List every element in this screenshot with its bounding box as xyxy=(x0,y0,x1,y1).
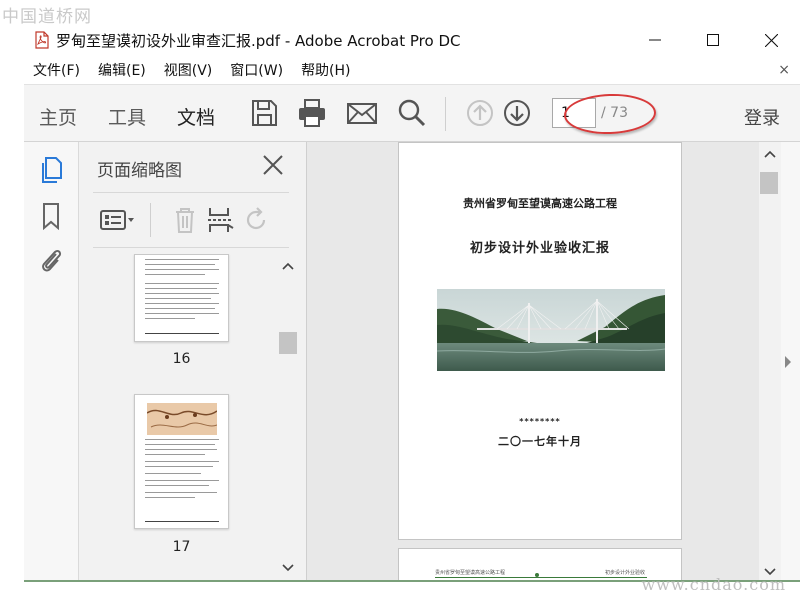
document-date: 二〇一七年十月 xyxy=(498,435,582,448)
tab-tools[interactable]: 工具 xyxy=(108,103,146,130)
page-up-icon[interactable] xyxy=(465,98,497,128)
map-thumbnail xyxy=(147,403,217,435)
close-window-button[interactable] xyxy=(742,26,800,54)
title-bar: 罗甸至望谟初设外业审查汇报.pdf - Adobe Acrobat Pro DC xyxy=(24,26,800,54)
bookmark-icon[interactable] xyxy=(38,202,64,231)
scroll-up-arrow-icon[interactable] xyxy=(282,260,294,273)
save-icon[interactable] xyxy=(248,98,280,128)
thumbnail-label: 16 xyxy=(172,351,191,367)
toolbar-separator xyxy=(445,97,446,131)
page-down-icon[interactable] xyxy=(502,98,534,128)
insert-page-icon[interactable] xyxy=(205,205,235,235)
watermark-url-text: www.cndao.com xyxy=(641,575,786,594)
document-scrollbar[interactable] xyxy=(759,142,781,580)
close-document-button[interactable]: × xyxy=(778,62,790,78)
tab-home[interactable]: 主页 xyxy=(39,103,77,130)
navigation-rail xyxy=(24,142,79,580)
document-project-title: 贵州省罗甸至望谟高速公路工程 xyxy=(463,197,617,210)
options-menu-icon[interactable] xyxy=(99,205,139,235)
pdf-file-icon xyxy=(34,31,50,49)
watermark-logo-text: 中国道桥网 xyxy=(2,7,92,27)
document-redacted-text: ******** xyxy=(519,417,561,426)
email-icon[interactable] xyxy=(346,98,378,128)
panel-toolbar-separator xyxy=(150,203,151,237)
minimize-button[interactable] xyxy=(626,26,684,54)
page-header-right: 初步设计外业验收 xyxy=(604,570,645,576)
document-page-1: 贵州省罗甸至望谟高速公路工程 初步设计外业验收汇报 ******** 二〇一七年… xyxy=(398,142,682,540)
document-view[interactable]: 贵州省罗甸至望谟高速公路工程 初步设计外业验收汇报 ******** 二〇一七年… xyxy=(307,142,759,580)
document-report-title: 初步设计外业验收汇报 xyxy=(469,241,610,256)
menu-help[interactable]: 帮助(H) xyxy=(301,60,350,80)
rotate-icon[interactable] xyxy=(241,205,271,235)
document-page-2: 贵州省罗甸至望谟高速公路工程 初步设计外业验收 xyxy=(398,548,682,580)
maximize-button[interactable] xyxy=(684,26,742,54)
menu-bar: 文件(F) 编辑(E) 视图(V) 窗口(W) 帮助(H) × xyxy=(24,58,800,82)
menu-view[interactable]: 视图(V) xyxy=(164,60,213,80)
menu-file[interactable]: 文件(F) xyxy=(33,60,80,80)
menu-window[interactable]: 窗口(W) xyxy=(230,60,283,80)
page-thumbnails-icon[interactable] xyxy=(38,156,64,184)
thumbnail-label: 17 xyxy=(172,539,191,555)
thumbnail-list: 16 17 xyxy=(79,254,279,580)
menu-edit[interactable]: 编辑(E) xyxy=(98,60,146,80)
main-toolbar: 主页 工具 文档 1 / 73 登录 xyxy=(24,84,800,142)
page-header-left: 贵州省罗甸至望谟高速公路工程 xyxy=(435,570,506,576)
page-thumbnails-panel: 页面缩略图 16 17 xyxy=(79,142,307,580)
thumbnail-page-16[interactable] xyxy=(134,254,229,342)
print-icon[interactable] xyxy=(296,98,328,128)
tab-document[interactable]: 文档 xyxy=(177,103,215,130)
delete-icon[interactable] xyxy=(170,205,200,235)
thumbnail-scrollbar[interactable] xyxy=(279,254,299,580)
scroll-down-arrow-icon[interactable] xyxy=(282,562,294,575)
panel-toolbar xyxy=(93,192,289,248)
close-panel-icon[interactable] xyxy=(262,154,284,176)
search-icon[interactable] xyxy=(396,98,428,128)
scroll-up-arrow-icon[interactable] xyxy=(764,148,776,161)
scrollbar-thumb[interactable] xyxy=(760,172,778,194)
expand-right-panel-icon[interactable] xyxy=(783,354,793,368)
window-title: 罗甸至望谟初设外业审查汇报.pdf - Adobe Acrobat Pro DC xyxy=(56,31,461,50)
thumbnail-page-17[interactable] xyxy=(134,394,229,529)
attachment-icon[interactable] xyxy=(38,246,64,274)
panel-title: 页面缩略图 xyxy=(97,161,182,181)
bridge-photo xyxy=(437,289,665,371)
login-button[interactable]: 登录 xyxy=(744,104,780,130)
scrollbar-thumb[interactable] xyxy=(279,332,297,354)
